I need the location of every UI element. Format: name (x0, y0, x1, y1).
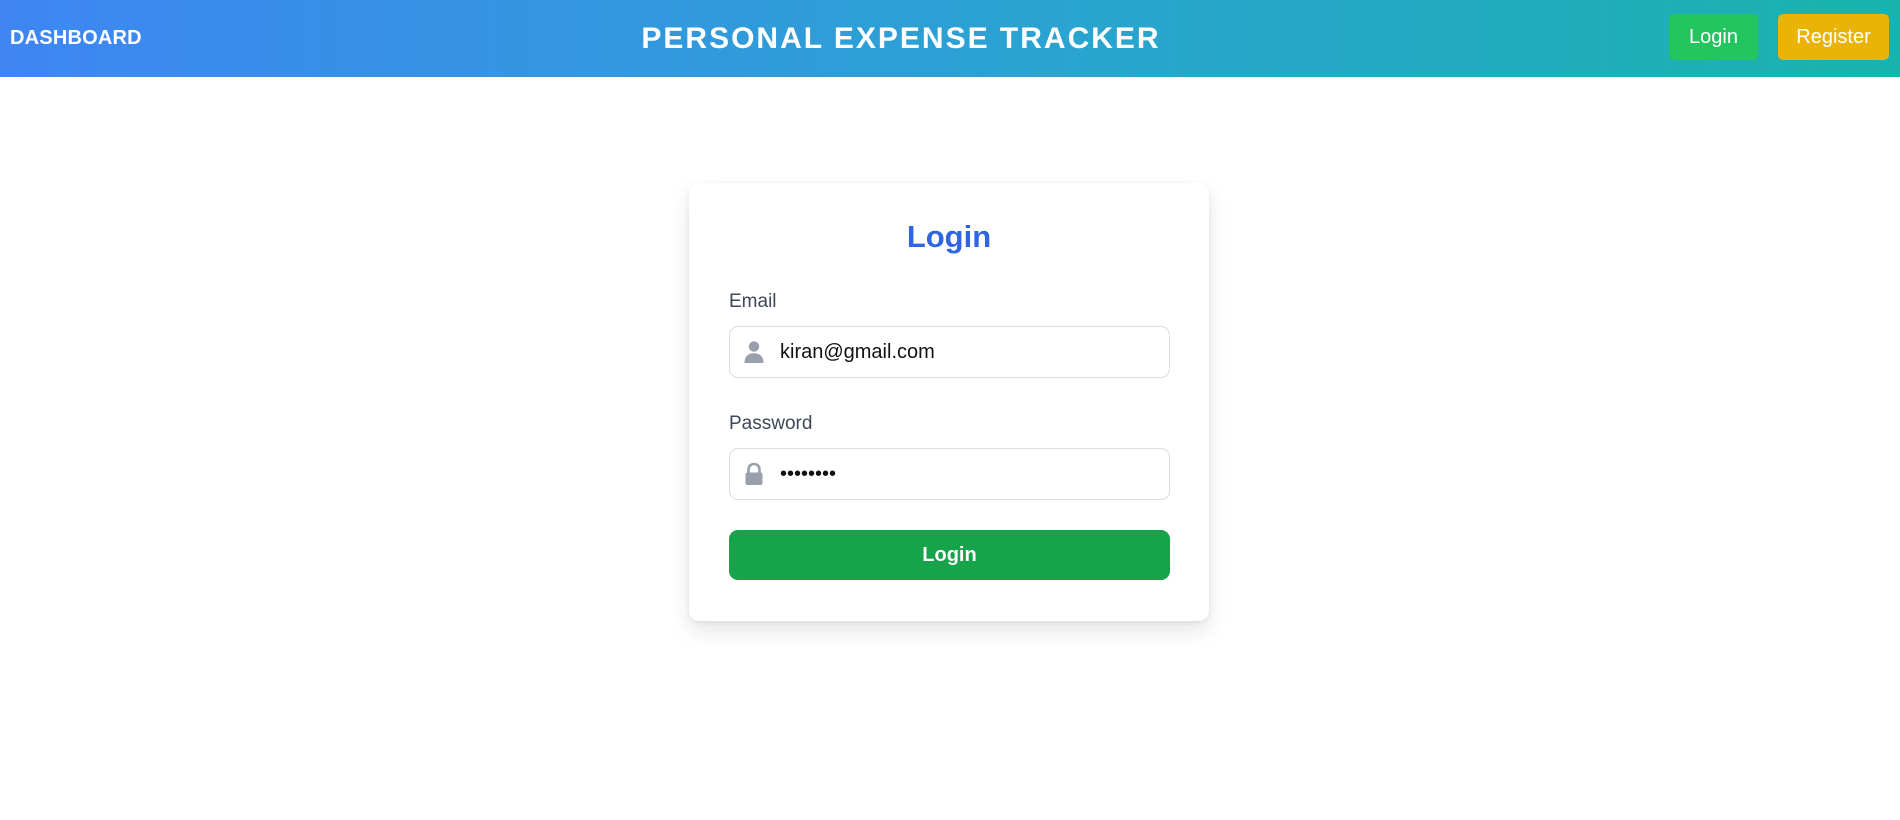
login-title: Login (906, 219, 992, 254)
password-label: Password (729, 413, 813, 434)
app-title: PERSONAL EXPENSE TRACKER (641, 22, 1161, 55)
password-input[interactable] (780, 449, 1160, 499)
email-label: Email (729, 291, 777, 312)
lock-icon (743, 462, 765, 486)
nav-login-button[interactable]: Login (1669, 14, 1758, 60)
top-navbar: DASHBOARD PERSONAL EXPENSE TRACKER Login… (0, 0, 1900, 77)
email-field-wrapper (729, 326, 1170, 378)
password-field-wrapper (729, 448, 1170, 500)
user-icon (743, 340, 765, 364)
email-input[interactable] (780, 327, 1160, 377)
nav-register-button[interactable]: Register (1778, 14, 1889, 60)
login-submit-button[interactable]: Login (729, 530, 1170, 580)
login-card: Login Email Password Login (689, 183, 1209, 621)
